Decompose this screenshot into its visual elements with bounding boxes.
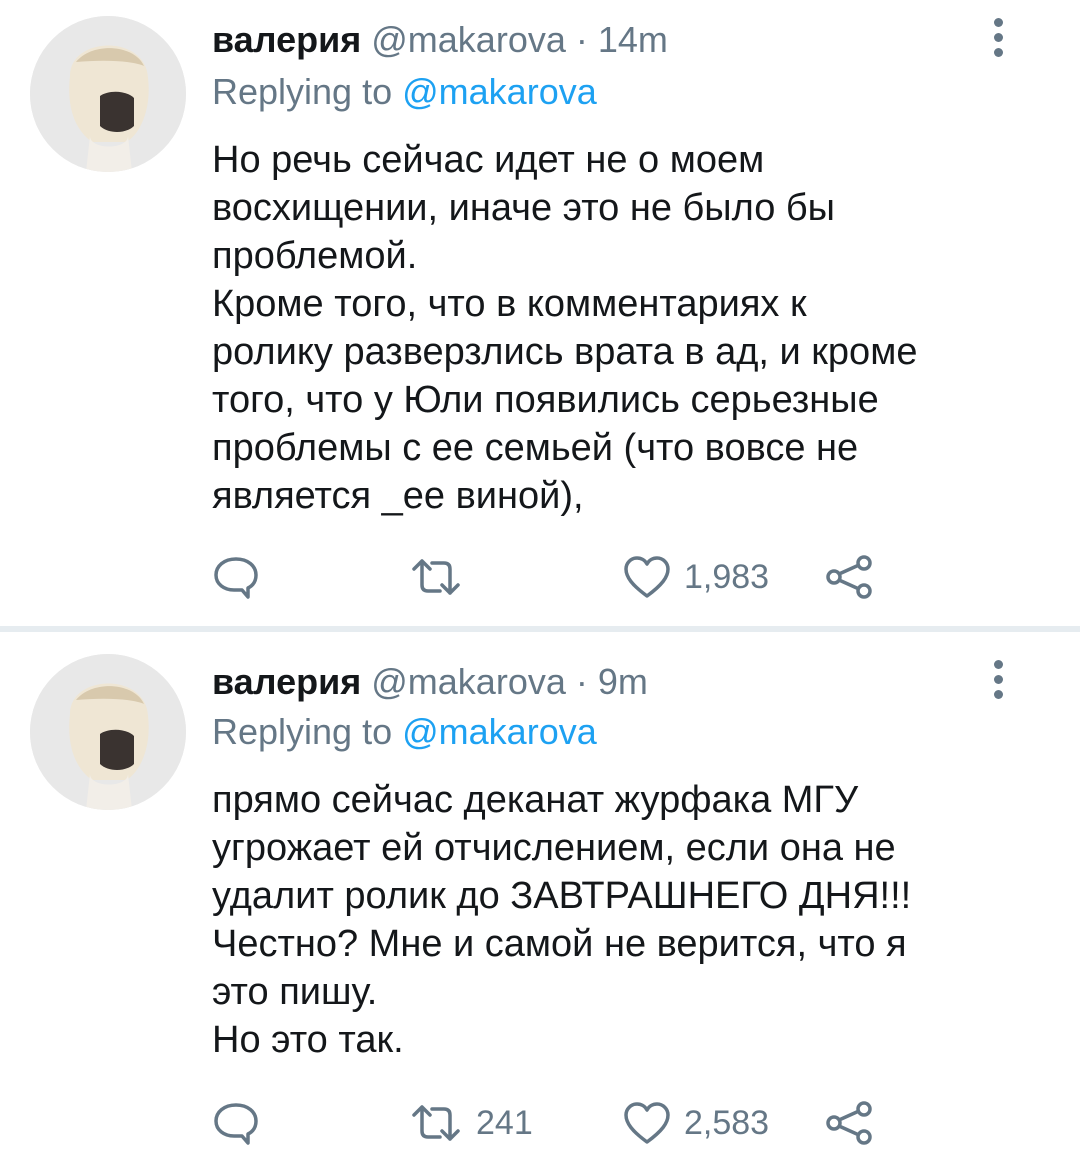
replying-to-link[interactable]: @makarova <box>402 711 597 752</box>
heart-icon <box>622 1100 672 1146</box>
avatar[interactable] <box>30 16 186 172</box>
tweet-2[interactable]: валерия @makarova · 9m Replying to @maka… <box>0 632 1080 1168</box>
reply-button[interactable] <box>212 552 260 602</box>
separator: · <box>575 661 588 702</box>
avatar[interactable] <box>30 654 186 810</box>
replying-to-link[interactable]: @makarova <box>402 71 597 112</box>
replying-to-label: Replying to <box>212 711 393 752</box>
retweet-icon <box>408 555 464 599</box>
heart-icon <box>622 554 672 600</box>
share-icon <box>824 1100 874 1146</box>
tweet-header: валерия @makarova · 14m <box>212 20 668 60</box>
tweet-actions: 1,983 <box>212 552 912 602</box>
more-vertical-icon[interactable] <box>986 18 1010 64</box>
display-name[interactable]: валерия <box>212 661 361 702</box>
timestamp[interactable]: 14m <box>598 19 668 60</box>
separator: · <box>575 19 588 60</box>
share-icon <box>824 554 874 600</box>
share-button[interactable] <box>824 1098 874 1148</box>
retweet-count: 241 <box>476 1104 533 1142</box>
like-button[interactable]: 2,583 <box>622 1098 769 1148</box>
replying-to-label: Replying to <box>212 71 393 112</box>
reply-icon <box>212 554 260 600</box>
handle[interactable]: @makarova <box>371 661 566 702</box>
like-count: 2,583 <box>684 1104 770 1142</box>
tweet-text: Но речь сейчас идет не о моем восхищении… <box>212 139 918 517</box>
retweet-icon <box>408 1101 464 1145</box>
retweet-button[interactable] <box>408 552 476 602</box>
handle[interactable]: @makarova <box>371 19 566 60</box>
reply-icon <box>212 1100 260 1146</box>
replying-to: Replying to @makarova <box>212 712 597 752</box>
share-button[interactable] <box>824 552 874 602</box>
display-name[interactable]: валерия <box>212 19 361 60</box>
like-count: 1,983 <box>684 558 770 596</box>
tweet-actions: 241 2,583 <box>212 1098 912 1148</box>
replying-to: Replying to @makarova <box>212 72 597 112</box>
retweet-button[interactable]: 241 <box>408 1098 533 1148</box>
tweet-header: валерия @makarova · 9m <box>212 662 648 702</box>
like-button[interactable]: 1,983 <box>622 552 769 602</box>
timestamp[interactable]: 9m <box>598 661 648 702</box>
reply-button[interactable] <box>212 1098 260 1148</box>
tweet-text: прямо сейчас деканат журфака МГУ угрожае… <box>212 779 912 1061</box>
more-vertical-icon[interactable] <box>986 660 1010 706</box>
tweet-1[interactable]: валерия @makarova · 14m Replying to @mak… <box>0 0 1080 626</box>
